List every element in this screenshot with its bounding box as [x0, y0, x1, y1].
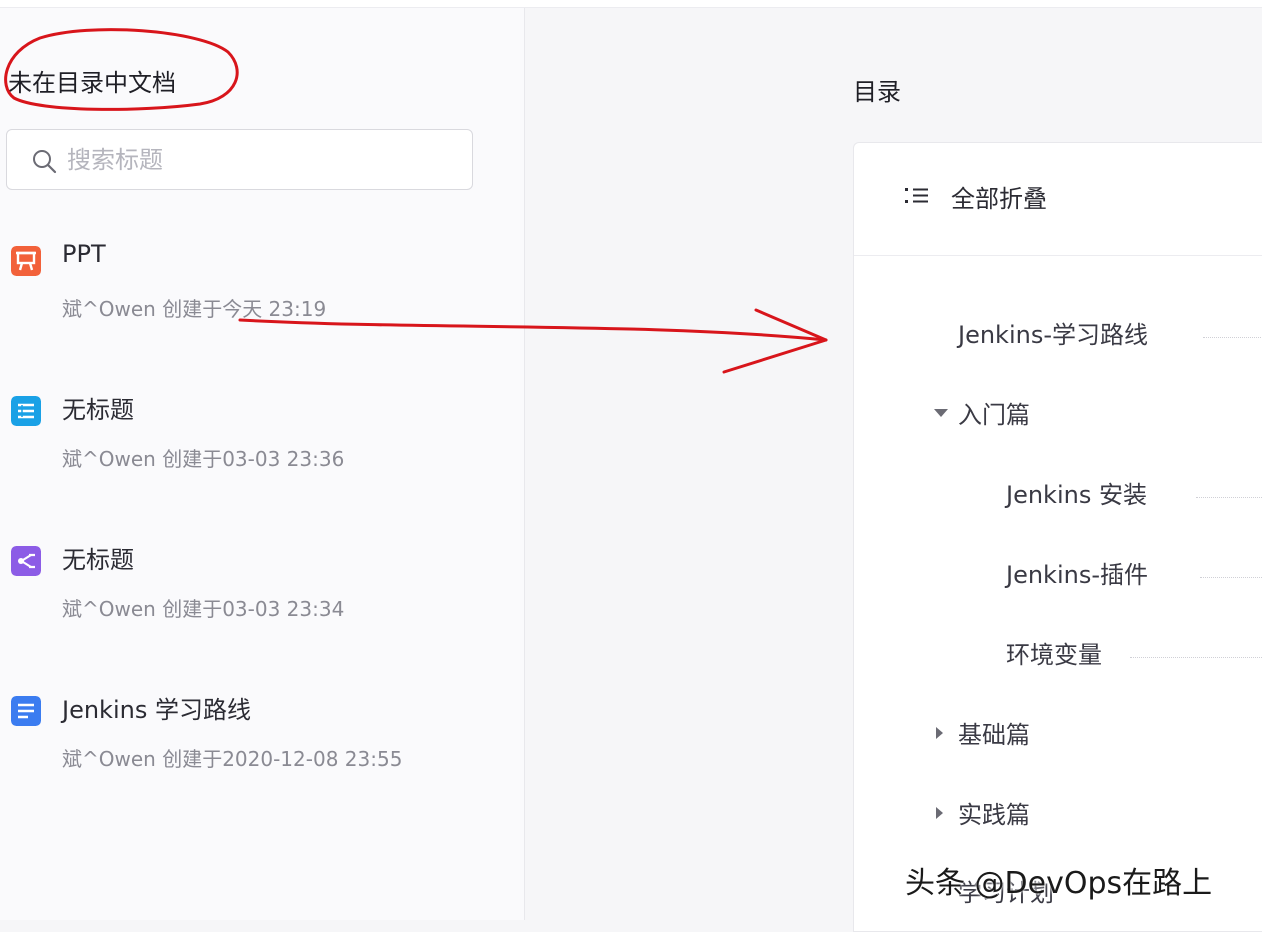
toc-item-jenkins-install[interactable]: Jenkins 安装 [1006, 475, 1262, 515]
document-icon [11, 696, 41, 726]
toc-item-label: Jenkins-插件 [1006, 561, 1148, 589]
search-box[interactable] [6, 129, 473, 190]
toc-panel: 全部折叠 Jenkins-学习路线 入门篇 Jenkins 安装 Jenkins… [853, 142, 1262, 932]
mindmap-icon [11, 546, 41, 576]
toc-item-label: Jenkins 安装 [1006, 481, 1147, 509]
doc-list-item[interactable]: Jenkins 学习路线 斌^Owen 创建于2020-12-08 23:55 [0, 696, 523, 816]
doc-meta: 斌^Owen 创建于今天 23:19 [62, 297, 327, 321]
doc-title: 无标题 [62, 396, 134, 424]
toc-leader-dots [1200, 577, 1262, 578]
doc-list-item[interactable]: 无标题 斌^Owen 创建于03-03 23:36 [0, 396, 523, 516]
caret-right-icon[interactable] [936, 807, 943, 819]
toc-item-practice[interactable]: 实践篇 [936, 795, 1262, 835]
doc-title: PPT [62, 240, 106, 268]
search-icon [33, 150, 57, 174]
toc-item-jenkins-roadmap[interactable]: Jenkins-学习路线 [958, 315, 1262, 355]
watermark-text: 头条 @DevOps在路上 [905, 866, 1213, 901]
toc-item-label: Jenkins-学习路线 [958, 321, 1148, 349]
toc-item-label: 环境变量 [1006, 641, 1102, 669]
doc-list-item[interactable]: PPT 斌^Owen 创建于今天 23:19 [0, 240, 523, 366]
search-input[interactable] [65, 138, 459, 182]
unlisted-docs-panel: 未在目录中文档 PPT 斌^Owen 创建于今天 23:19 无标题 斌^Owe… [0, 8, 525, 920]
toc-item-env-vars[interactable]: 环境变量 [1006, 635, 1262, 675]
caret-right-icon[interactable] [936, 727, 943, 739]
toc-item-label: 基础篇 [958, 721, 1030, 749]
doc-meta: 斌^Owen 创建于03-03 23:34 [62, 597, 345, 621]
toc-item-label: 实践篇 [958, 801, 1030, 829]
toc-item-label: 入门篇 [958, 401, 1030, 429]
doc-title: Jenkins 学习路线 [62, 696, 251, 724]
collapse-all-label: 全部折叠 [951, 185, 1047, 213]
toc-item-intro[interactable]: 入门篇 [934, 395, 1262, 435]
toc-item-basics[interactable]: 基础篇 [936, 715, 1262, 755]
toc-leader-dots [1130, 657, 1262, 658]
doc-list-item[interactable]: 无标题 斌^Owen 创建于03-03 23:34 [0, 546, 523, 666]
collapse-list-icon [905, 188, 928, 203]
presentation-icon [11, 246, 41, 276]
collapse-all-button[interactable]: 全部折叠 [854, 143, 1262, 256]
table-doc-icon [11, 396, 41, 426]
annotation-arrow-head [722, 308, 828, 374]
toc-leader-dots [1203, 337, 1262, 338]
panel-title: 未在目录中文档 [8, 69, 176, 97]
toc-item-jenkins-plugins[interactable]: Jenkins-插件 [1006, 555, 1262, 595]
toc-leader-dots [1196, 497, 1262, 498]
caret-down-icon[interactable] [934, 409, 948, 417]
doc-title: 无标题 [62, 546, 134, 574]
toc-heading: 目录 [853, 78, 901, 106]
doc-meta: 斌^Owen 创建于2020-12-08 23:55 [62, 747, 403, 771]
top-bar [0, 0, 1262, 8]
doc-meta: 斌^Owen 创建于03-03 23:36 [62, 447, 345, 471]
